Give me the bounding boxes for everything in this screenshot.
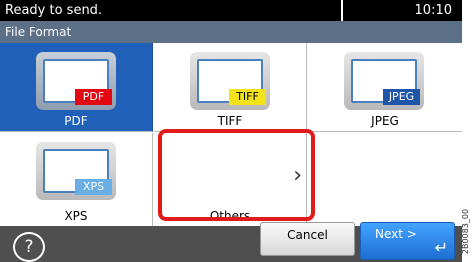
format-option-pdf[interactable]: PDF PDF bbox=[0, 43, 153, 132]
enter-icon: ↵ bbox=[434, 238, 448, 257]
screen-title: File Format bbox=[5, 25, 72, 39]
cancel-button[interactable]: Cancel bbox=[260, 222, 355, 256]
help-icon[interactable]: ? bbox=[13, 232, 45, 262]
status-message: Ready to send. bbox=[5, 3, 103, 18]
tiff-tag: TIFF bbox=[229, 89, 266, 105]
status-divider bbox=[341, 0, 343, 21]
status-bar: Ready to send. 10:10 bbox=[0, 0, 462, 21]
figure-code: 2B0083_00 bbox=[461, 205, 475, 260]
format-label: JPEG bbox=[371, 114, 399, 128]
format-label: TIFF bbox=[217, 114, 243, 128]
others-highlight-frame bbox=[158, 129, 315, 221]
format-label: PDF bbox=[64, 114, 88, 128]
pdf-tag: PDF bbox=[75, 89, 112, 105]
jpeg-file-icon: JPEG bbox=[344, 52, 424, 110]
pdf-file-icon: PDF bbox=[36, 52, 116, 110]
jpeg-tag: JPEG bbox=[383, 89, 420, 105]
xps-tag: XPS bbox=[75, 179, 112, 195]
clock: 10:10 bbox=[414, 3, 452, 18]
screen-title-bar: File Format bbox=[0, 21, 462, 43]
format-option-xps[interactable]: XPS XPS bbox=[0, 133, 153, 226]
xps-file-icon: XPS bbox=[36, 142, 116, 200]
figure-code-text: 2B0083_00 bbox=[461, 208, 471, 255]
tiff-file-icon: TIFF bbox=[190, 52, 270, 110]
next-button[interactable]: Next > ↵ bbox=[360, 222, 455, 260]
empty-cell bbox=[308, 133, 462, 226]
next-button-label: Next > bbox=[375, 227, 417, 241]
format-option-tiff[interactable]: TIFF TIFF bbox=[154, 43, 307, 132]
format-label: XPS bbox=[64, 209, 88, 223]
format-option-jpeg[interactable]: JPEG JPEG bbox=[308, 43, 462, 132]
